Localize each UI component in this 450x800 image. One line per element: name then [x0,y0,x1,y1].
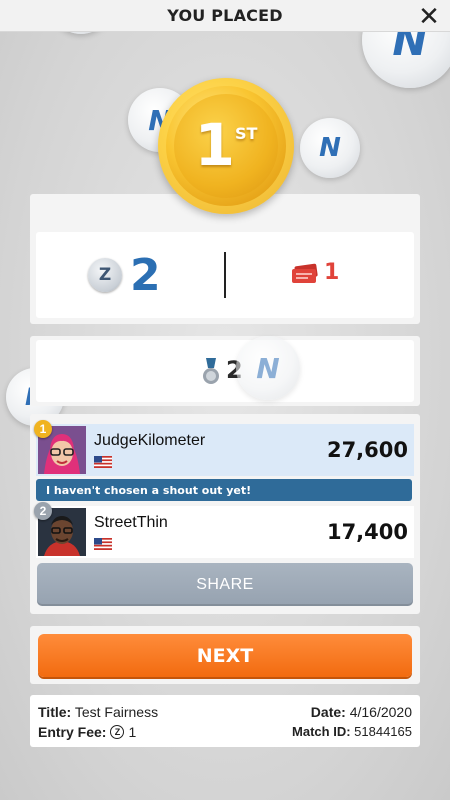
match-title: Title: Test Fairness [38,704,158,720]
match-id-value: 51844165 [354,724,412,739]
player-score: 17,400 [326,520,408,544]
title-value: Test Fairness [74,704,159,720]
fee-label: Entry Fee: [38,724,107,740]
player-score: 27,600 [326,438,408,462]
rewards-card: Z 2 1 [36,232,414,318]
share-button[interactable]: SHARE [37,563,413,606]
placement-rank: 1 [194,111,235,179]
title-label: Title: [38,704,72,720]
z-coin-icon: Z [110,725,125,739]
match-info-panel: Title: Test Fairness Entry Fee: Z 1 Date… [30,695,420,747]
divider [224,252,226,298]
avatar: 2 [34,502,86,556]
xp-card: 2 [36,340,414,402]
placement-suffix: ST [234,124,258,143]
z-coins-reward: 2 [130,250,161,301]
fee-value: 1 [128,724,137,740]
background-coin-icon: N [236,336,300,400]
player-name: StreetThin [94,514,168,531]
shout-out-banner: I haven't chosen a shout out yet! [36,479,412,501]
player-row: 1 JudgeKilometer 27,600 [34,420,414,476]
tickets-reward: 1 [324,260,340,285]
rank-badge-gold: 1 [34,420,52,438]
match-id: Match ID: 51844165 [292,724,412,739]
us-flag-icon [94,456,112,468]
date-value: 4/16/2020 [349,704,412,720]
page-title: YOU PLACED [167,6,283,25]
us-flag-icon [94,538,112,550]
ticket-icon [290,263,320,290]
close-icon[interactable]: ✕ [416,3,442,29]
player-name: JudgeKilometer [94,432,206,449]
avatar: 1 [34,420,86,474]
rank-badge-silver: 2 [34,502,52,520]
match-date: Date: 4/16/2020 [311,704,412,720]
background-coin-icon: N [300,118,360,178]
match-id-label: Match ID: [292,724,351,739]
title-bar: YOU PLACED ✕ [0,0,450,32]
xp-medal-icon [202,358,220,391]
first-place-medal: 1 ST [158,78,294,214]
next-button[interactable]: NEXT [38,634,412,677]
date-label: Date: [310,704,346,720]
entry-fee: Entry Fee: Z 1 [38,724,136,740]
player-row: 2 StreetThin 17,400 [34,502,414,558]
z-coin-icon: Z [88,258,122,292]
